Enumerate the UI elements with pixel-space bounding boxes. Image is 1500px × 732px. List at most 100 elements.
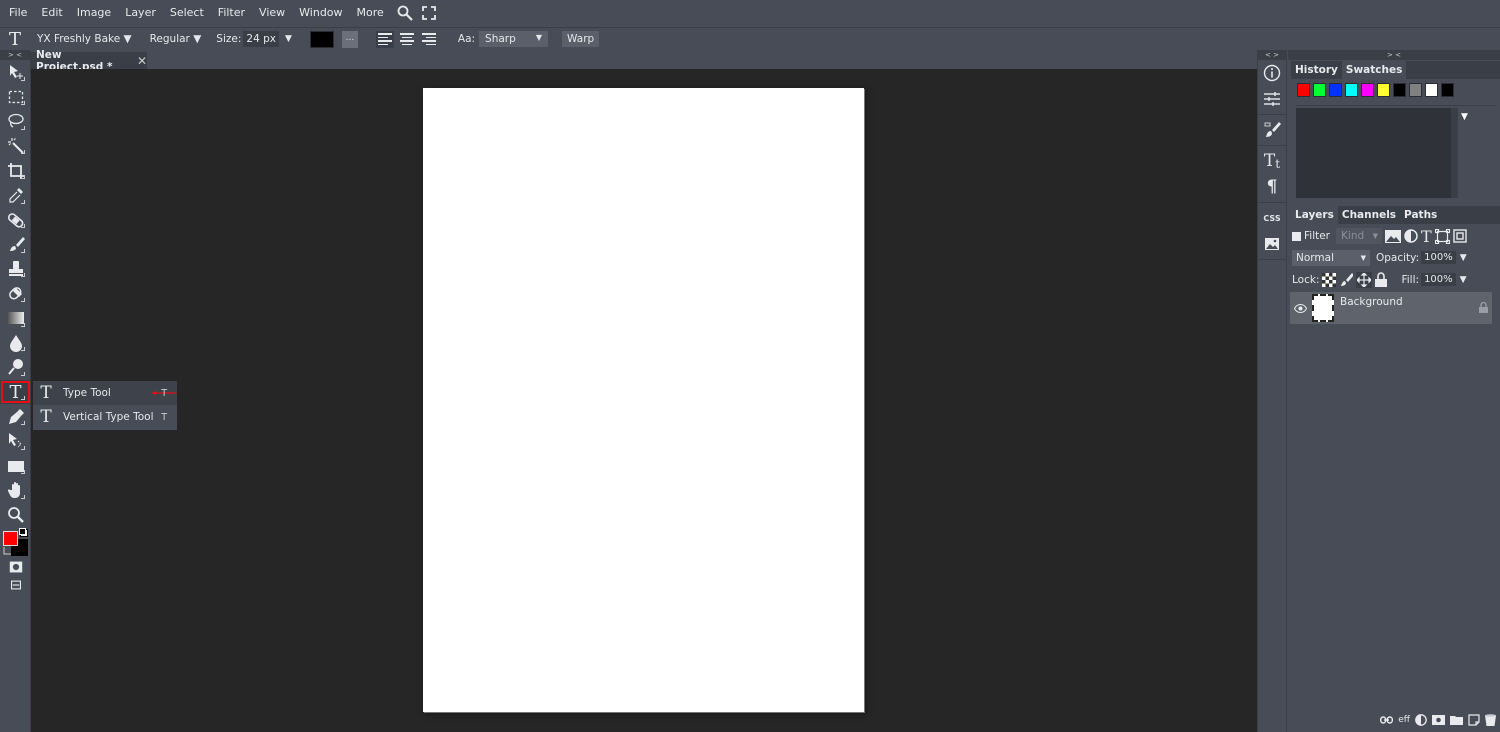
- filter-smart-object-icon[interactable]: [1452, 229, 1467, 243]
- filter-type-icon[interactable]: T: [1421, 227, 1432, 246]
- stamp-tool[interactable]: [0, 257, 31, 282]
- align-left-icon[interactable]: [375, 30, 394, 48]
- menu-select[interactable]: Select: [163, 0, 211, 26]
- adjustments-icon[interactable]: [1258, 86, 1286, 112]
- trash-icon[interactable]: [1485, 714, 1496, 726]
- menu-view[interactable]: View: [252, 0, 292, 26]
- panel-menu-icon[interactable]: ▼: [1461, 112, 1468, 122]
- eyedropper-tool[interactable]: [0, 183, 31, 208]
- default-colors-icon[interactable]: [19, 528, 28, 538]
- filter-adjustment-icon[interactable]: [1404, 229, 1418, 243]
- close-icon[interactable]: ✕: [137, 54, 147, 68]
- warp-button[interactable]: Warp: [562, 31, 600, 47]
- font-family-dropdown[interactable]: YX Freshly Bake ▼: [30, 33, 139, 45]
- new-layer-icon[interactable]: [1468, 714, 1480, 726]
- tab-paths[interactable]: Paths: [1400, 206, 1441, 224]
- menu-window[interactable]: Window: [292, 0, 349, 26]
- lock-position-icon[interactable]: [1356, 271, 1373, 288]
- document-tab[interactable]: New Project.psd * ✕: [31, 49, 147, 73]
- flyout-item-type-tool[interactable]: T Type Tool T: [33, 381, 177, 405]
- tab-swatches[interactable]: Swatches: [1341, 61, 1407, 79]
- swap-colors-icon[interactable]: [3, 547, 11, 556]
- swatch[interactable]: [1409, 83, 1422, 97]
- swatch[interactable]: [1361, 83, 1374, 97]
- eye-icon[interactable]: [1290, 292, 1310, 324]
- image-icon[interactable]: [1258, 231, 1286, 257]
- canvas[interactable]: [423, 88, 864, 712]
- text-color-swatch[interactable]: [309, 30, 334, 48]
- size-input[interactable]: 24 px: [243, 31, 279, 47]
- marquee-tool[interactable]: [0, 85, 31, 110]
- link-icon[interactable]: [1380, 716, 1394, 724]
- path-select-tool[interactable]: [0, 429, 31, 454]
- collapse-toggle[interactable]: < >: [1258, 50, 1286, 60]
- dodge-tool[interactable]: [0, 355, 31, 380]
- swatch[interactable]: [1345, 83, 1358, 97]
- healing-tool[interactable]: [0, 208, 31, 233]
- blend-mode-dropdown[interactable]: Normal ▼: [1292, 249, 1370, 266]
- gradient-tool[interactable]: [0, 306, 31, 331]
- menu-edit[interactable]: Edit: [34, 0, 69, 26]
- filter-shape-icon[interactable]: [1434, 228, 1450, 244]
- menu-more[interactable]: More: [350, 0, 391, 26]
- antialias-dropdown[interactable]: Sharp ▼: [479, 31, 549, 47]
- swatch[interactable]: [1329, 83, 1342, 97]
- align-right-icon[interactable]: [420, 31, 438, 48]
- menu-file[interactable]: File: [2, 0, 34, 26]
- tab-channels[interactable]: Channels: [1338, 206, 1400, 224]
- menu-filter[interactable]: Filter: [211, 0, 252, 26]
- shape-tool[interactable]: [0, 454, 31, 479]
- crop-tool[interactable]: [0, 158, 31, 183]
- filter-checkbox[interactable]: [1292, 231, 1301, 241]
- character-icon[interactable]: Tt: [1258, 148, 1286, 174]
- eraser-tool[interactable]: [0, 281, 31, 306]
- swatch[interactable]: [1313, 83, 1326, 97]
- align-center-icon[interactable]: [398, 31, 416, 48]
- zoom-tool[interactable]: [0, 503, 31, 528]
- swatch[interactable]: [1393, 83, 1406, 97]
- info-icon[interactable]: [1258, 60, 1286, 86]
- mask-icon[interactable]: [1432, 715, 1445, 725]
- opacity-dropdown-icon[interactable]: ▼: [1460, 253, 1467, 263]
- font-style-dropdown[interactable]: Regular ▼: [143, 33, 209, 45]
- folder-icon[interactable]: [1450, 715, 1463, 725]
- brush-tool[interactable]: [0, 232, 31, 257]
- screen-mode-button[interactable]: [0, 577, 31, 593]
- fill-dropdown-icon[interactable]: ▼: [1460, 275, 1467, 285]
- swatch[interactable]: [1377, 83, 1390, 97]
- lasso-tool[interactable]: [0, 109, 31, 134]
- size-dropdown-icon[interactable]: ▼: [285, 34, 292, 44]
- layer-row[interactable]: Background: [1290, 292, 1492, 324]
- pen-tool[interactable]: [0, 404, 31, 429]
- lock-all-icon[interactable]: [1375, 272, 1388, 287]
- swatch[interactable]: [1441, 83, 1454, 97]
- paragraph-icon[interactable]: ¶: [1258, 174, 1286, 200]
- menu-image[interactable]: Image: [70, 0, 118, 26]
- magic-wand-tool[interactable]: [0, 134, 31, 159]
- tab-history[interactable]: History: [1291, 61, 1342, 79]
- flyout-item-vertical-type-tool[interactable]: T Vertical Type Tool T: [33, 405, 177, 429]
- fill-input[interactable]: 100%: [1421, 273, 1456, 286]
- adjustment-layer-icon[interactable]: [1415, 714, 1427, 726]
- swatch[interactable]: [1297, 83, 1310, 97]
- effects-icon[interactable]: eff: [1398, 715, 1410, 725]
- fullscreen-icon[interactable]: [419, 3, 439, 23]
- foreground-color[interactable]: [3, 531, 18, 547]
- blur-tool[interactable]: [0, 331, 31, 356]
- move-tool[interactable]: [0, 60, 31, 85]
- filter-image-icon[interactable]: [1385, 229, 1402, 243]
- lock-pixels-icon[interactable]: [1339, 272, 1354, 287]
- tab-layers[interactable]: Layers: [1291, 206, 1338, 224]
- quick-mask-button[interactable]: [0, 557, 31, 577]
- search-icon[interactable]: [395, 3, 415, 23]
- history-list[interactable]: [1296, 108, 1458, 198]
- collapse-toggle[interactable]: > <: [0, 50, 30, 60]
- hand-tool[interactable]: [0, 478, 31, 503]
- brush-settings-icon[interactable]: [1258, 117, 1286, 143]
- css-icon[interactable]: CSS: [1258, 205, 1286, 231]
- swatch[interactable]: [1425, 83, 1438, 97]
- more-options-button[interactable]: ...: [341, 30, 358, 48]
- menu-layer[interactable]: Layer: [118, 0, 163, 26]
- lock-transparency-icon[interactable]: [1322, 272, 1337, 287]
- collapse-toggle[interactable]: > <: [1288, 50, 1500, 60]
